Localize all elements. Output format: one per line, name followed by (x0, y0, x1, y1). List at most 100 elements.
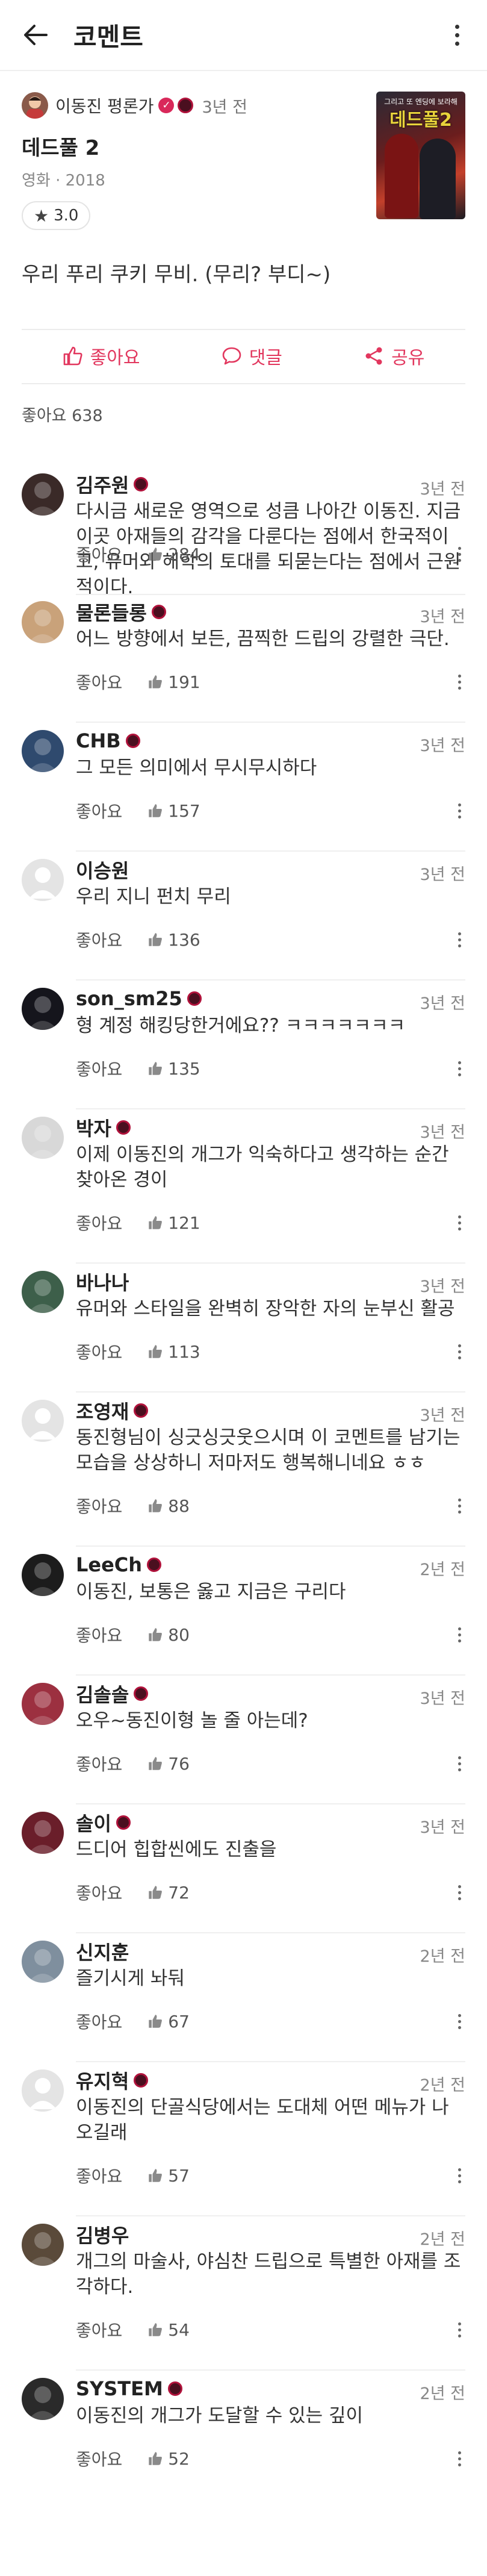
more-menu-button[interactable] (445, 17, 469, 52)
reply-item: 박자 3년 전 이제 이동진의 개그가 익숙하다고 생각하는 순간 찾아온 경이 좋아… (22, 1112, 465, 1265)
divider (0, 70, 487, 71)
avatar[interactable] (22, 1941, 64, 1983)
reply-like-button[interactable]: 좋아요 (76, 799, 122, 823)
reply-author-name[interactable]: 김솔솔 (76, 1680, 129, 1707)
reply-item: 유지혁 2년 전 이동진의 단골식당에서는 도대체 어떤 메뉴가 나오길래 좋아요 57 (22, 2065, 465, 2218)
likes-summary[interactable]: 좋아요 638 (22, 402, 103, 426)
reply-time: 3년 전 (420, 1123, 465, 1142)
movie-poster[interactable]: 그리고 또 엔딩에 보라해 데드풀2 (376, 92, 465, 219)
avatar[interactable] (22, 859, 64, 901)
reply-like-button[interactable]: 좋아요 (76, 2318, 122, 2342)
badge-icon (178, 98, 194, 113)
avatar[interactable] (22, 988, 64, 1030)
author-name[interactable]: 이동진 평론가 (55, 93, 154, 117)
avatar[interactable] (22, 1271, 64, 1313)
reply-time: 3년 전 (420, 1689, 465, 1708)
reply-time: 3년 전 (420, 1406, 465, 1425)
more-vertical-icon[interactable] (453, 2009, 465, 2033)
reply-like-button[interactable]: 좋아요 (76, 1751, 122, 1776)
avatar[interactable] (22, 473, 64, 516)
reply-author-name[interactable]: 조영재 (76, 1397, 129, 1424)
avatar[interactable] (22, 1683, 64, 1725)
reply-author-name[interactable]: 이승원 (76, 856, 129, 884)
likes-summary-label: 좋아요 (22, 407, 67, 425)
reply-author-name[interactable]: 솔이 (76, 1809, 111, 1836)
avatar[interactable] (22, 601, 64, 643)
reply-like-button[interactable]: 좋아요 (76, 2009, 122, 2033)
more-vertical-icon[interactable] (453, 542, 465, 566)
reply-item: son_sm25 3년 전형 계정 해킹당한거에요?? ㅋㅋㅋㅋㅋㅋㅋ 좋아요 135 (22, 983, 465, 1111)
more-vertical-icon[interactable] (453, 1751, 465, 1776)
more-vertical-icon[interactable] (453, 1339, 465, 1364)
reply-footer: 좋아요 113 (76, 1339, 200, 1364)
badge-icon (134, 2073, 149, 2088)
reply-button[interactable]: 댓글 (222, 343, 282, 369)
reply-author-name[interactable]: SYSTEM (76, 2377, 163, 2400)
reply-like-button[interactable]: 좋아요 (76, 2163, 122, 2188)
reply-footer: 좋아요 57 (76, 2163, 190, 2188)
more-vertical-icon[interactable] (453, 928, 465, 952)
avatar[interactable] (22, 1400, 64, 1442)
more-vertical-icon[interactable] (453, 1880, 465, 1904)
reply-like-button[interactable]: 좋아요 (76, 2447, 122, 2471)
reply-author-name[interactable]: CHB (76, 729, 121, 752)
reply-like-button[interactable]: 좋아요 (76, 1339, 122, 1364)
reply-like-button[interactable]: 좋아요 (76, 542, 122, 566)
reply-author-name[interactable]: 신지훈 (76, 1938, 129, 1965)
reply-author-name[interactable]: 김병우 (76, 2221, 129, 2248)
more-vertical-icon[interactable] (453, 670, 465, 694)
badge-icon (167, 2381, 182, 2396)
avatar[interactable] (22, 1117, 64, 1159)
reply-author-name[interactable]: 물론들롱 (76, 598, 147, 626)
reply-like-button[interactable]: 좋아요 (76, 1056, 122, 1081)
more-vertical-icon[interactable] (453, 1211, 465, 1235)
reply-like-button[interactable]: 좋아요 (76, 670, 122, 694)
comment-time: 3년 전 (202, 98, 247, 117)
reply-footer: 좋아요 88 (76, 1494, 190, 1518)
reply-time: 3년 전 (420, 994, 465, 1013)
thumbs-up-icon (149, 1757, 163, 1770)
reply-item: 김솔솔 3년 전 오우~동진이형 놀 줄 아는데? 좋아요 76 (22, 1678, 465, 1806)
reply-like-count: 67 (168, 2011, 190, 2032)
avatar[interactable] (22, 730, 64, 772)
reply-author-name[interactable]: 바나나 (76, 1268, 129, 1296)
reply-text: 이동진, 보통은 옳고 지금은 구리다 (76, 1581, 346, 1603)
back-button[interactable] (18, 17, 53, 52)
like-button[interactable]: 좋아요 (63, 343, 140, 369)
reply-like-count: 157 (168, 800, 200, 821)
reply-author-name[interactable]: 유지혁 (76, 2066, 129, 2094)
avatar[interactable] (22, 2069, 64, 2112)
more-vertical-icon[interactable] (453, 1494, 465, 1518)
badge-icon (134, 1403, 149, 1418)
reply-time: 2년 전 (420, 2384, 465, 2403)
reply-like-button[interactable]: 좋아요 (76, 1880, 122, 1904)
avatar[interactable] (22, 2224, 64, 2266)
more-vertical-icon[interactable] (453, 2447, 465, 2471)
avatar[interactable] (22, 1812, 64, 1854)
share-button[interactable]: 공유 (364, 343, 424, 369)
more-vertical-icon[interactable] (453, 2318, 465, 2342)
more-vertical-icon[interactable] (453, 1056, 465, 1081)
reply-like-button[interactable]: 좋아요 (76, 1211, 122, 1235)
reply-author-name[interactable]: LeeCh (76, 1553, 142, 1576)
avatar[interactable] (22, 1554, 64, 1596)
badge-icon (116, 1120, 131, 1135)
reply-footer: 좋아요 136 (76, 928, 200, 952)
reply-author-row: 김솔솔 (76, 1680, 149, 1707)
reply-time: 2년 전 (420, 1561, 465, 1579)
reply-item: 신지훈 2년 전 즐기시게 놔둬 좋아요 67 (22, 1936, 465, 2063)
reply-like-button[interactable]: 좋아요 (76, 1494, 122, 1518)
reply-time: 2년 전 (420, 2230, 465, 2249)
reply-author-name[interactable]: 김주원 (76, 470, 129, 498)
reply-like-button[interactable]: 좋아요 (76, 928, 122, 952)
reply-text: 어느 방향에서 보든, 끔찍한 드립의 강렬한 극단. (76, 628, 450, 650)
reply-author-row: 김병우 (76, 2222, 134, 2247)
reply-like-button[interactable]: 좋아요 (76, 1623, 122, 1647)
author-avatar[interactable] (22, 92, 48, 119)
more-vertical-icon[interactable] (453, 1623, 465, 1647)
reply-author-name[interactable]: son_sm25 (76, 987, 182, 1010)
more-vertical-icon[interactable] (453, 799, 465, 823)
more-vertical-icon[interactable] (453, 2163, 465, 2188)
avatar[interactable] (22, 2378, 64, 2420)
reply-author-name[interactable]: 박자 (76, 1114, 111, 1141)
